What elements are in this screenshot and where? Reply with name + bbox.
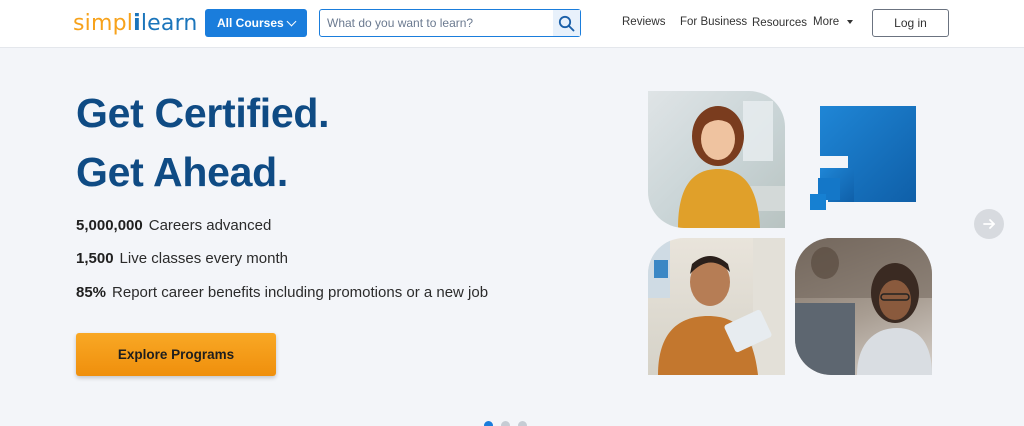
carousel-dots xyxy=(484,421,527,426)
stat-label: Live classes every month xyxy=(119,250,288,267)
stat-label: Careers advanced xyxy=(148,217,272,234)
login-button[interactable]: Log in xyxy=(872,9,949,37)
simplilearn-logo[interactable]: simplilearn xyxy=(73,11,198,36)
search-icon xyxy=(558,15,575,32)
stat-live-classes: 1,500 Live classes every month xyxy=(76,250,288,267)
stat-label: Report career benefits including promoti… xyxy=(112,284,489,301)
carousel-dot[interactable] xyxy=(518,421,527,426)
stat-value: 5,000,000 xyxy=(76,217,143,234)
hero-photo-woman-at-laptop xyxy=(795,238,932,375)
all-courses-label: All Courses xyxy=(217,16,284,30)
logo-text-part2: learn xyxy=(140,11,198,36)
top-nav-bar: simplilearn All Courses Reviews For Busi… xyxy=(0,0,1024,48)
logo-text-bar: i xyxy=(133,11,141,36)
arrow-right-icon xyxy=(983,219,995,229)
caret-down-icon xyxy=(847,20,853,24)
search-button[interactable] xyxy=(553,10,580,36)
hero-photo-woman-smiling xyxy=(648,91,785,228)
carousel-dot[interactable] xyxy=(484,421,493,426)
hero-headline-line1: Get Certified. xyxy=(76,90,330,136)
stat-career-benefits: 85% Report career benefits including prom… xyxy=(76,284,488,301)
chevron-down-icon xyxy=(286,16,297,27)
hero-headline-line2: Get Ahead. xyxy=(76,149,288,195)
stat-value: 85% xyxy=(76,284,107,301)
all-courses-dropdown[interactable]: All Courses xyxy=(205,9,307,37)
brand-graphic xyxy=(808,106,918,221)
nav-for-business[interactable]: For Business xyxy=(680,16,747,28)
stat-value: 1,500 xyxy=(76,250,114,267)
search-box xyxy=(319,9,581,37)
carousel-next-button[interactable] xyxy=(974,209,1004,239)
nav-reviews[interactable]: Reviews xyxy=(622,16,665,28)
logo-text-part1: simpl xyxy=(73,11,134,36)
search-input[interactable] xyxy=(320,10,554,36)
nav-resources[interactable]: Resources xyxy=(752,17,807,29)
hero-photo-man-with-tablet xyxy=(648,238,785,375)
carousel-dot[interactable] xyxy=(501,421,510,426)
explore-programs-button[interactable]: Explore Programs xyxy=(76,333,276,376)
stat-careers: 5,000,000 Careers advanced xyxy=(76,217,271,234)
nav-more[interactable]: More xyxy=(813,16,839,28)
